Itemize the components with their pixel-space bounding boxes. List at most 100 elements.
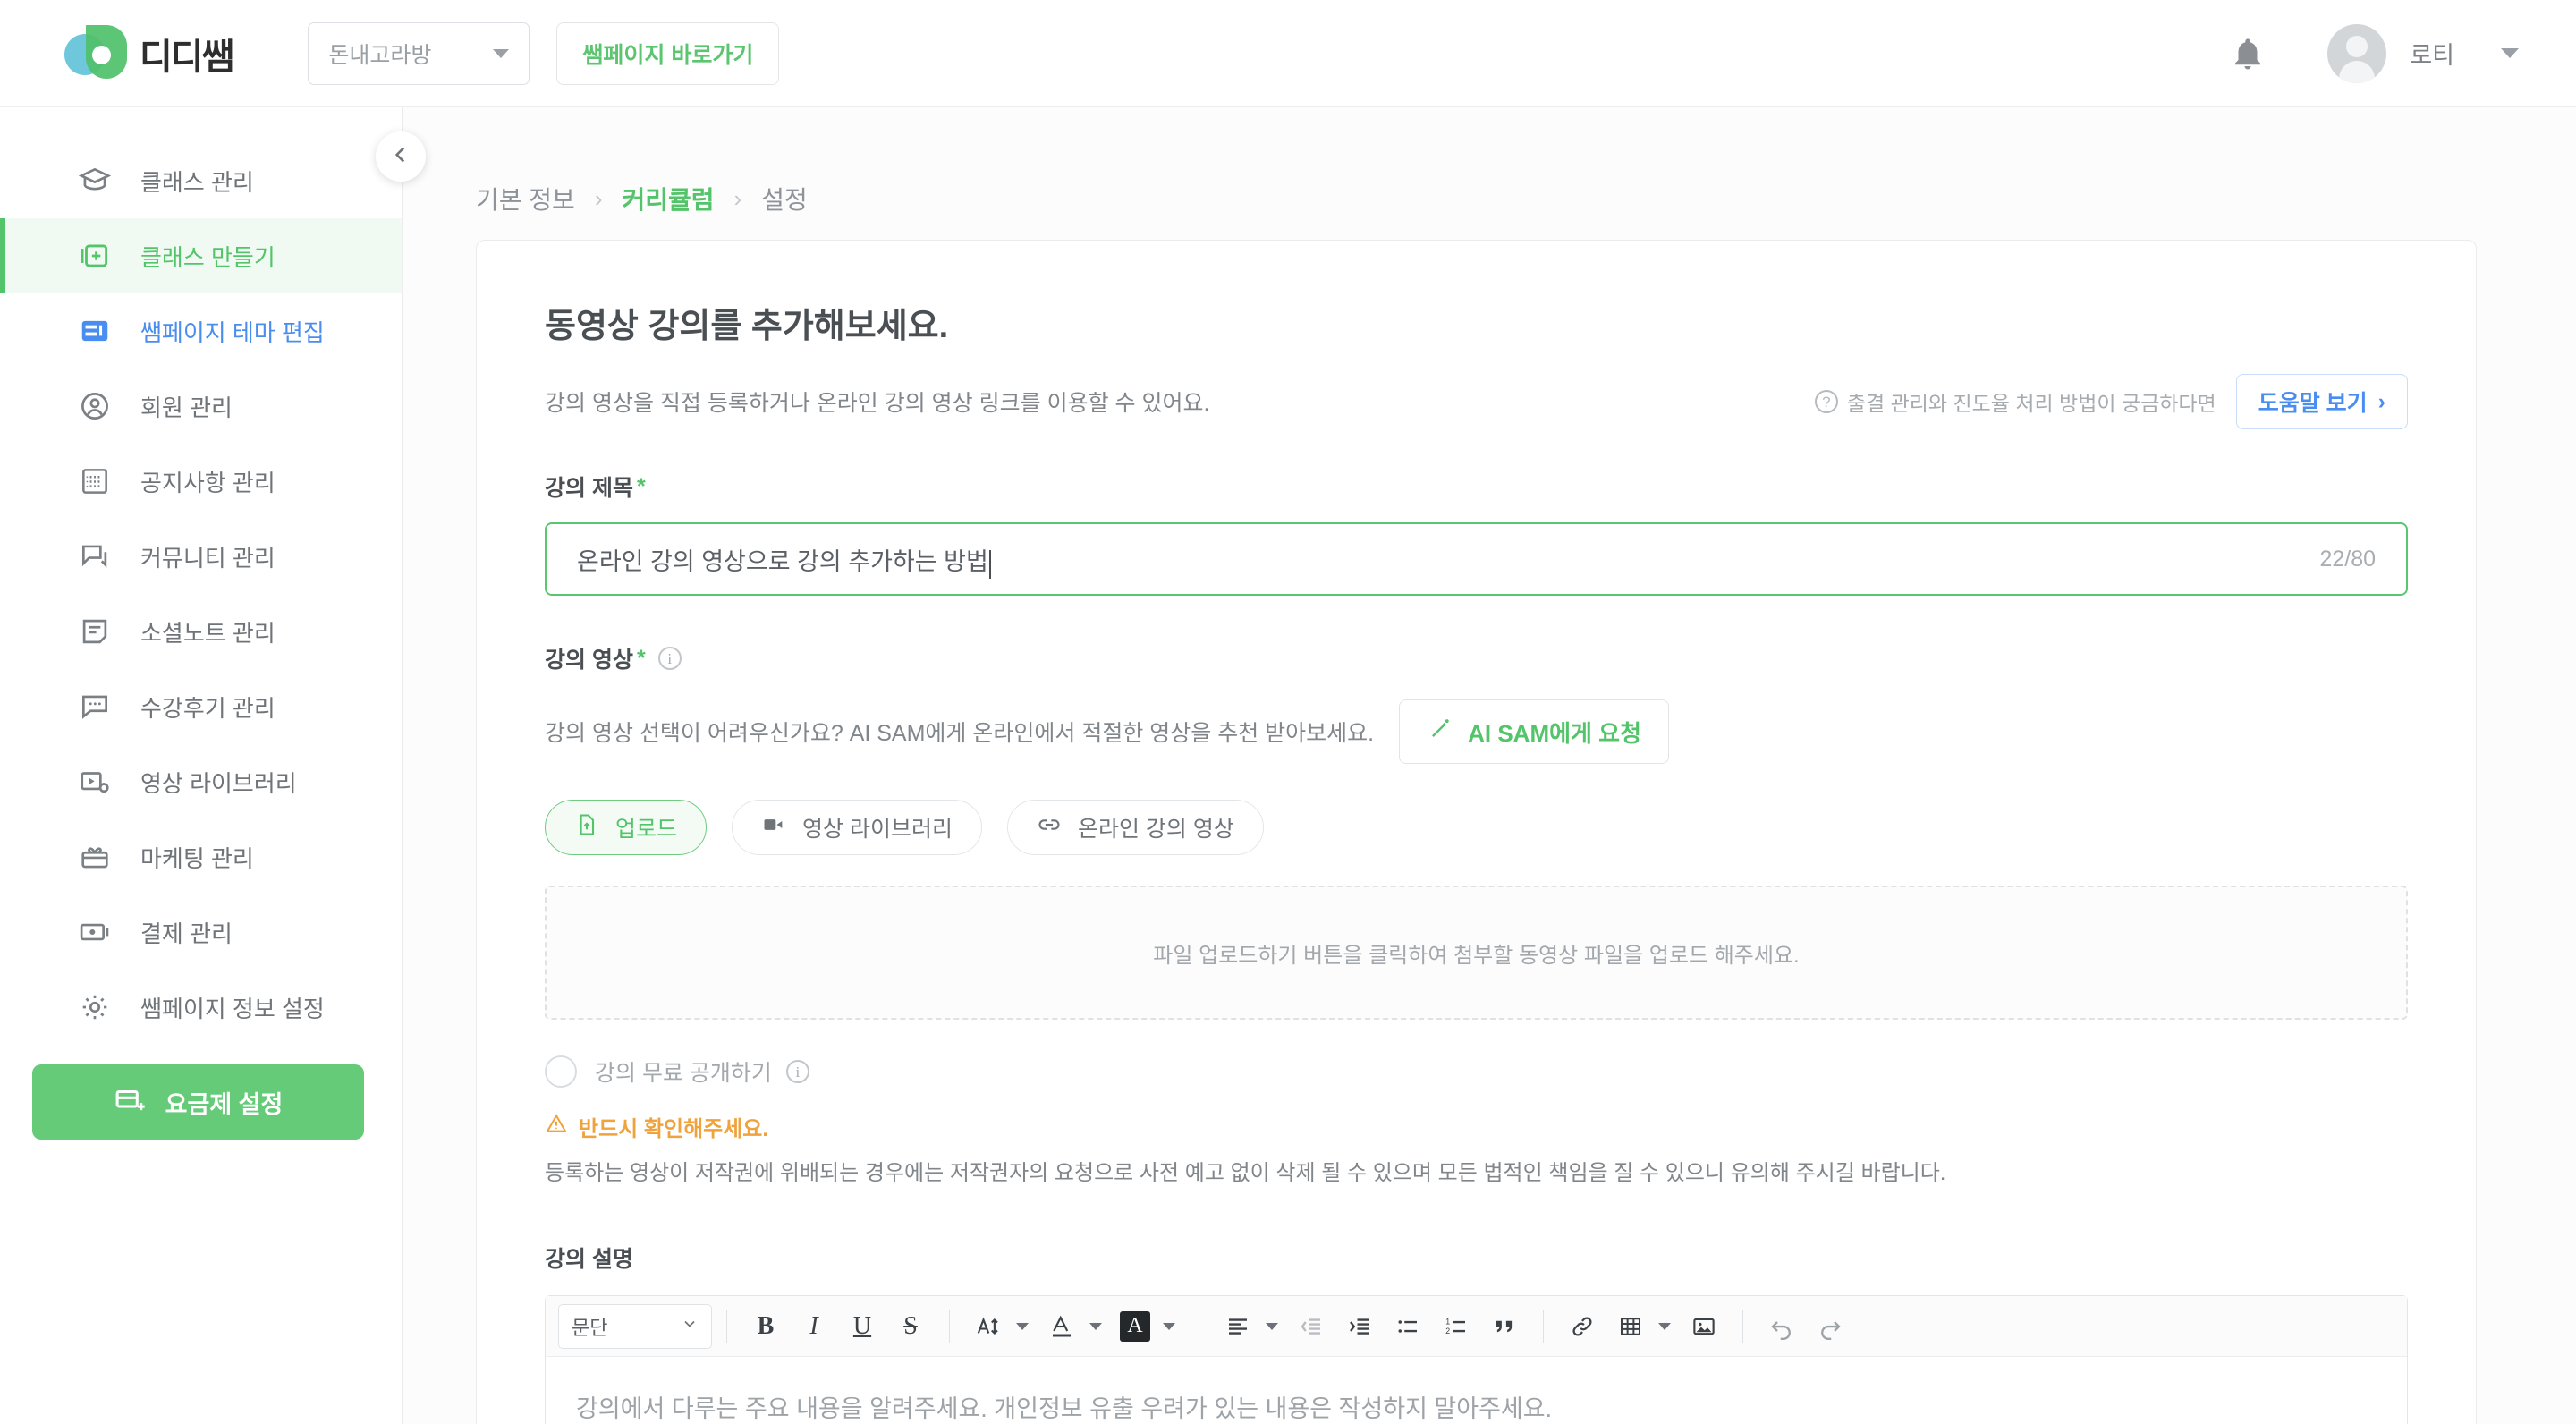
breadcrumb-item-settings[interactable]: 설정	[761, 181, 808, 216]
page-subtitle: 강의 영상을 직접 등록하거나 온라인 강의 영상 링크를 이용할 수 있어요.	[545, 391, 1210, 416]
bell-icon[interactable]	[2229, 33, 2267, 74]
underline-button[interactable]: U	[841, 1305, 884, 1348]
numbered-list-icon[interactable]: 12	[1435, 1305, 1478, 1348]
blockquote-icon[interactable]	[1483, 1305, 1526, 1348]
add-box-icon	[76, 237, 114, 275]
sidebar: 클래스 관리 클래스 만들기 쌤페이지 테마 편집 회원 관리 공지사항 관리	[0, 107, 402, 1424]
bullet-list-icon[interactable]	[1386, 1305, 1429, 1348]
app-root: 디디쌤 돈내고라방 쌤페이지 바로가기 로티 클래스 관리 클래스 만들기 쌤페…	[0, 0, 2576, 1424]
video-settings-icon	[76, 763, 114, 801]
sampage-link-button[interactable]: 쌤페이지 바로가기	[556, 21, 780, 85]
ai-sam-request-button[interactable]: AI SAM에게 요청	[1399, 699, 1670, 764]
user-menu-chevron-down-icon[interactable]	[2501, 48, 2519, 58]
highlight-icon[interactable]: A	[1114, 1305, 1157, 1348]
sidebar-item-label: 쌤페이지 테마 편집	[140, 318, 325, 346]
sidebar-item-label: 회원 관리	[140, 394, 233, 421]
magic-wand-icon	[1427, 716, 1453, 749]
align-left-icon[interactable]	[1216, 1305, 1259, 1348]
paragraph-style-select[interactable]: 문단	[558, 1303, 712, 1349]
sidebar-item-community-management[interactable]: 커뮤니티 관리	[0, 519, 402, 594]
chevron-right-icon: ›	[2377, 388, 2385, 414]
top-header: 디디쌤 돈내고라방 쌤페이지 바로가기 로티	[0, 0, 2576, 107]
help-button[interactable]: 도움말 보기 ›	[2235, 374, 2408, 429]
tab-online-video[interactable]: 온라인 강의 영상	[1006, 800, 1264, 855]
sidebar-item-member-management[interactable]: 회원 관리	[0, 369, 402, 444]
lecture-title-field: 강의 제목 * 온라인 강의 영상으로 강의 추가하는 방법 22/80	[545, 470, 2408, 596]
chevron-down-icon	[493, 48, 510, 58]
sidebar-item-create-class[interactable]: 클래스 만들기	[0, 218, 402, 293]
required-mark: *	[636, 645, 646, 671]
redo-icon[interactable]	[1809, 1305, 1852, 1348]
brand-select[interactable]: 돈내고라방	[308, 21, 530, 85]
user-name: 로티	[2410, 42, 2454, 69]
sidebar-item-marketing-management[interactable]: 마케팅 관리	[0, 819, 402, 894]
sidebar-item-notice-management[interactable]: 공지사항 관리	[0, 444, 402, 519]
sidebar-item-review-management[interactable]: 수강후기 관리	[0, 669, 402, 744]
breadcrumb-item-curriculum[interactable]: 커리큘럼	[623, 181, 715, 216]
chevron-down-icon[interactable]	[1016, 1322, 1029, 1330]
free-lecture-toggle[interactable]	[545, 1055, 577, 1088]
chevron-right-icon: ›	[594, 184, 603, 212]
question-circle-icon: ?	[1814, 390, 1838, 413]
tab-video-library[interactable]: 영상 라이브러리	[732, 800, 982, 855]
account-circle-icon	[76, 387, 114, 425]
link-icon[interactable]	[1561, 1305, 1604, 1348]
description-placeholder: 강의에서 다루는 주요 내용을 알려주세요. 개인정보 유출 우려가 있는 내용…	[576, 1395, 1553, 1422]
sidebar-item-label: 영상 라이브러리	[140, 769, 297, 797]
sidebar-item-class-management[interactable]: 클래스 관리	[0, 143, 402, 218]
breadcrumb-item-basic-info[interactable]: 기본 정보	[476, 181, 575, 216]
lecture-title-value: 온라인 강의 영상으로 강의 추가하는 방법	[577, 542, 991, 579]
sidebar-item-theme-edit[interactable]: 쌤페이지 테마 편집	[0, 293, 402, 369]
font-size-icon[interactable]	[967, 1305, 1010, 1348]
avatar[interactable]	[2327, 23, 2387, 83]
strikethrough-button[interactable]: S	[889, 1305, 932, 1348]
free-lecture-toggle-row: 강의 무료 공개하기 i	[545, 1055, 2408, 1088]
sidebar-item-label: 쌤페이지 정보 설정	[140, 995, 325, 1022]
sidebar-item-label: 클래스 만들기	[140, 243, 275, 271]
description-textarea[interactable]: 강의에서 다루는 주요 내용을 알려주세요. 개인정보 유출 우려가 있는 내용…	[546, 1357, 2407, 1424]
gift-card-icon	[76, 838, 114, 876]
file-dropzone[interactable]: 파일 업로드하기 버튼을 클릭하여 첨부할 동영상 파일을 업로드 해주세요.	[545, 886, 2408, 1020]
sidebar-item-social-note-management[interactable]: 소셜노트 관리	[0, 594, 402, 669]
chevron-down-icon[interactable]	[1266, 1322, 1278, 1330]
sidebar-item-sampage-settings[interactable]: 쌤페이지 정보 설정	[0, 970, 402, 1045]
lecture-video-label: 강의 영상 * i	[545, 642, 2408, 674]
tab-upload[interactable]: 업로드	[545, 800, 708, 855]
sidebar-item-label: 커뮤니티 관리	[140, 544, 275, 572]
editor-toolbar: 문단 B I U S A 1 2	[546, 1296, 2407, 1357]
svg-text:2: 2	[1445, 1327, 1450, 1335]
info-icon[interactable]: i	[657, 647, 682, 670]
undo-icon[interactable]	[1760, 1305, 1803, 1348]
chevron-down-icon[interactable]	[1089, 1322, 1102, 1330]
image-icon[interactable]	[1682, 1305, 1725, 1348]
sidebar-item-label: 수강후기 관리	[140, 694, 275, 722]
lecture-title-input[interactable]: 온라인 강의 영상으로 강의 추가하는 방법 22/80	[545, 522, 2408, 596]
italic-button[interactable]: I	[792, 1305, 835, 1348]
sidebar-item-label: 마케팅 관리	[140, 844, 254, 872]
plan-settings-label: 요금제 설정	[165, 1090, 284, 1118]
ai-sam-request-label: AI SAM에게 요청	[1468, 719, 1642, 747]
plan-settings-button[interactable]: 요금제 설정	[32, 1064, 364, 1140]
help-note: ? 출결 관리와 진도율 처리 방법이 궁금하다면	[1814, 386, 2216, 417]
sidebar-item-label: 결제 관리	[140, 920, 233, 947]
lecture-title-label: 강의 제목 *	[545, 470, 2408, 503]
video-camera-icon	[761, 812, 786, 843]
page-title: 동영상 강의를 추가해보세요.	[545, 308, 949, 345]
sidebar-collapse-button[interactable]	[376, 131, 426, 182]
chevron-down-icon[interactable]	[1658, 1322, 1671, 1330]
chevron-down-icon[interactable]	[1163, 1322, 1175, 1330]
indent-icon[interactable]	[1338, 1305, 1381, 1348]
sidebar-item-label: 공지사항 관리	[140, 469, 275, 496]
sidebar-item-video-library[interactable]: 영상 라이브러리	[0, 744, 402, 819]
text-color-icon[interactable]	[1040, 1305, 1083, 1348]
warning-title-text: 반드시 확인해주세요.	[579, 1117, 769, 1141]
bold-button[interactable]: B	[744, 1305, 787, 1348]
info-icon[interactable]: i	[785, 1060, 809, 1083]
sidebar-item-payment-management[interactable]: 결제 관리	[0, 894, 402, 970]
outdent-icon[interactable]	[1290, 1305, 1333, 1348]
logo[interactable]: 디디쌤	[64, 24, 234, 82]
payment-card-icon	[76, 913, 114, 951]
table-icon[interactable]	[1609, 1305, 1652, 1348]
dropzone-text: 파일 업로드하기 버튼을 클릭하여 첨부할 동영상 파일을 업로드 해주세요.	[1153, 943, 1800, 968]
logo-mark-icon	[64, 24, 134, 82]
